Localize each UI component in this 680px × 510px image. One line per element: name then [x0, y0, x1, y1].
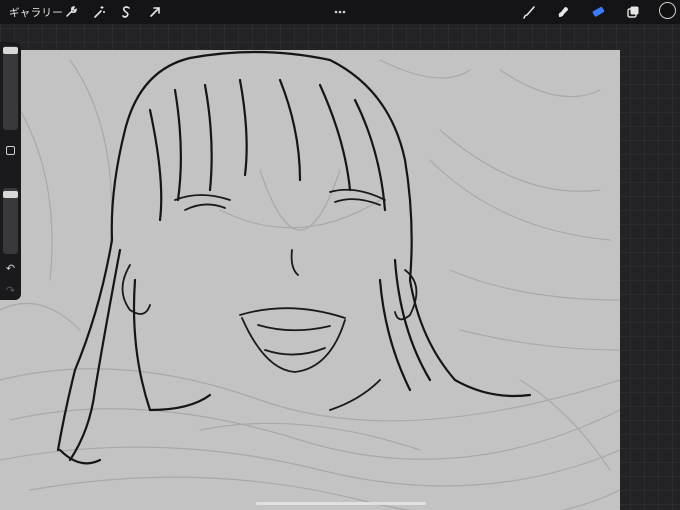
- modify-square-icon[interactable]: [6, 146, 15, 155]
- layers-icon[interactable]: [623, 2, 643, 22]
- left-sidebar: ↶ ↷: [0, 42, 21, 300]
- undo-icon[interactable]: ↶: [3, 262, 18, 276]
- color-picker-button[interactable]: [659, 2, 676, 19]
- wrench-icon[interactable]: [61, 2, 81, 22]
- opacity-slider-thumb[interactable]: [3, 191, 18, 198]
- opacity-slider[interactable]: [3, 188, 18, 254]
- brush-size-slider[interactable]: [3, 46, 18, 130]
- eraser-icon[interactable]: [588, 2, 608, 22]
- magic-wand-icon[interactable]: [89, 2, 109, 22]
- sketch-artwork: [0, 50, 620, 510]
- gallery-button[interactable]: ギャラリー: [9, 5, 63, 20]
- selection-s-icon[interactable]: [116, 2, 136, 22]
- brush-icon[interactable]: [519, 2, 539, 22]
- top-toolbar: ギャラリー: [0, 0, 680, 24]
- more-options-icon[interactable]: [331, 2, 349, 14]
- redo-icon[interactable]: ↷: [3, 284, 18, 298]
- transform-arrow-icon[interactable]: [145, 2, 165, 22]
- drawing-canvas[interactable]: [0, 50, 620, 510]
- smudge-icon[interactable]: [553, 2, 573, 22]
- home-indicator[interactable]: [256, 502, 426, 505]
- brush-size-slider-thumb[interactable]: [3, 47, 18, 54]
